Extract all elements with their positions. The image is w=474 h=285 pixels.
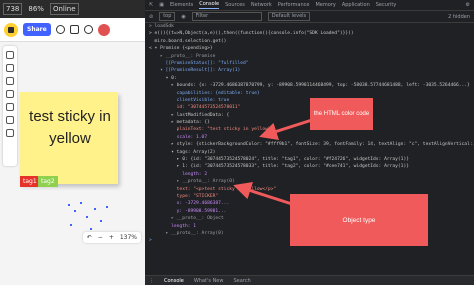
pen-tool-icon[interactable] (6, 116, 14, 124)
console-line[interactable]: ▸ __proto__: Promise (149, 53, 474, 60)
drawer-tab-console[interactable]: Console (164, 278, 184, 284)
board-zoom-level[interactable]: 137% (120, 234, 137, 241)
select-tool-icon[interactable] (6, 51, 14, 59)
undo-icon[interactable]: ↶ (87, 234, 92, 241)
miro-logo-icon[interactable] (4, 22, 18, 37)
console-filter-bar: ⊘ top ◉ Filter Default levels 2 hidden (145, 11, 474, 23)
sticky-text: test sticky in yellow (29, 108, 111, 147)
tab-application[interactable]: Application (342, 2, 370, 8)
settings-gear-icon[interactable]: ⚙ (466, 2, 474, 8)
network-throttle-select[interactable]: Online (49, 3, 79, 15)
console-line[interactable]: ▾ 0: (149, 75, 474, 82)
console-line: scale: 1.07 (149, 134, 208, 140)
console-line[interactable]: ▾ [[PromiseResult]]: Array(1) (149, 67, 474, 74)
tab-elements[interactable]: Elements (170, 2, 193, 8)
console-line[interactable]: < ▾ Promise {<pending>} (149, 45, 474, 52)
tab-memory[interactable]: Memory (315, 2, 335, 8)
tab-sources[interactable]: Sources (225, 2, 245, 8)
console-line: [[PromiseStatus]]: "fulfilled" (149, 60, 249, 66)
console-line[interactable]: ▸ style: {stickerBackgroundColor: "#fff9… (149, 141, 474, 148)
console-line: text: "<p>test sticky in yellow</p>" (149, 186, 277, 192)
board-toolbar: Share (0, 18, 145, 42)
console-line: miro.board.selection.get() (149, 38, 227, 44)
console-line[interactable]: ▸ bounds: {x: -3729.4686387870799, y: -8… (149, 82, 474, 89)
tag-chip[interactable]: tag2 (38, 176, 58, 187)
drawer-tab-whats-new[interactable]: What's New (194, 278, 224, 284)
search-icon[interactable] (55, 25, 65, 34)
template-tool-icon[interactable] (6, 64, 14, 72)
shape-tool-icon[interactable] (6, 103, 14, 111)
console-line: > e((){(t=>N,Object(a,e)(),then((functio… (149, 31, 354, 37)
console-line[interactable]: ▸ __proto__: Array(0) (149, 178, 474, 185)
tab-security[interactable]: Security (376, 2, 397, 8)
console-line[interactable]: ▸ 0: {id: "30744573524578024", title: "t… (149, 156, 474, 163)
tag-chip[interactable]: tag1 (20, 176, 40, 187)
clear-console-icon[interactable]: ⊘ (149, 14, 153, 20)
tools-toolbar (3, 46, 17, 166)
eye-icon[interactable]: ◉ (181, 14, 185, 20)
inspect-icon[interactable]: ⇱ (149, 2, 153, 8)
sticky-tool-icon[interactable] (6, 90, 14, 98)
board-pane: 738 86% Online Share test sticky in yell… (0, 0, 145, 285)
tab-performance[interactable]: Performance (278, 2, 310, 8)
tab-console[interactable]: Console (199, 1, 220, 9)
html-color-callout: the HTML color code (310, 98, 373, 130)
hidden-count: 2 hidden (448, 13, 470, 20)
sticky-note[interactable]: test sticky in yellow (20, 92, 118, 184)
share-button[interactable]: Share (23, 23, 51, 36)
console-line: > loadSdk (149, 24, 174, 29)
zoom-in-button[interactable]: + (109, 234, 114, 241)
zoom-percent[interactable]: 86% (28, 5, 44, 13)
device-toolbar-icon[interactable]: ▣ (159, 2, 164, 8)
filter-input[interactable]: Filter (191, 12, 262, 21)
zoom-value[interactable]: 738 (3, 3, 23, 15)
drawer-tab-search[interactable]: Search (233, 278, 250, 284)
more-tools-icon[interactable] (6, 129, 14, 137)
devtools-tabs: ⇱ ▣ Elements Console Sources Network Per… (145, 0, 474, 11)
grid-icon[interactable] (69, 25, 79, 34)
zoom-out-button[interactable]: − (98, 234, 103, 241)
drawer-menu-icon[interactable]: ⋮ (149, 278, 154, 284)
context-select[interactable]: top (159, 12, 176, 21)
console-line: capabilities: {editable: true} (149, 90, 260, 96)
text-tool-icon[interactable] (6, 77, 14, 85)
object-type-callout: Object type (290, 194, 428, 246)
levels-select[interactable]: Default levels (267, 12, 311, 21)
avatar[interactable] (97, 23, 110, 36)
console-line[interactable]: ▾ tags: Array(2) (149, 149, 474, 156)
tab-network[interactable]: Network (251, 2, 272, 8)
browser-toolbar: 738 86% Online (0, 0, 145, 18)
console-line: length: 2 (149, 171, 208, 177)
bell-icon[interactable] (83, 25, 93, 34)
drawer-tabs: ⋮ Console What's New Search (145, 275, 474, 285)
zoom-controls: ↶ − + 137% (82, 232, 141, 243)
console-line[interactable]: ▸ 1: {id: "30744573524578033", title: "t… (149, 163, 474, 170)
